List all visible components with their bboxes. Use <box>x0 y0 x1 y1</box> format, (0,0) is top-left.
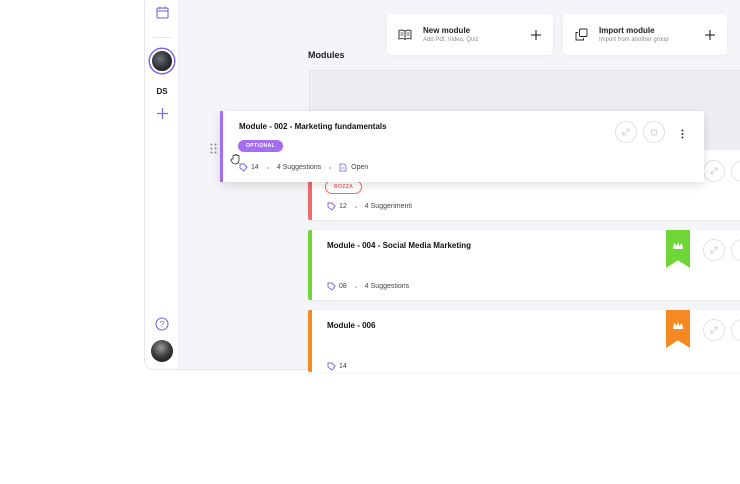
crown-icon <box>666 310 690 348</box>
module-title: Module - 002 - Marketing fundamentals <box>239 122 387 131</box>
module-meta: 12 4 Suggerimenti <box>327 202 412 211</box>
module-meta: 08 4 Suggestions <box>327 282 409 291</box>
trash-icon[interactable] <box>731 319 740 341</box>
crown-icon <box>666 230 690 268</box>
add-group-button[interactable] <box>145 108 179 119</box>
module-card[interactable]: Module - 006 14 <box>308 310 740 372</box>
import-module-title: Import module <box>599 26 655 35</box>
trash-icon[interactable] <box>731 160 740 182</box>
svg-text:?: ? <box>160 320 165 329</box>
module-title: Module - 006 <box>327 321 376 330</box>
avatar <box>151 340 173 362</box>
dragging-module-card[interactable]: Module - 002 - Marketing fundamentals OP… <box>220 111 704 182</box>
calendar-icon[interactable] <box>145 6 179 19</box>
module-suggestions: 4 Suggerimenti <box>364 203 412 210</box>
document-icon <box>339 163 347 172</box>
user-initials: DS <box>156 87 168 96</box>
copy-icon <box>563 28 599 41</box>
tag-icon <box>327 202 336 211</box>
tag-icon <box>327 282 336 291</box>
module-status: Open <box>351 164 369 171</box>
more-icon[interactable] <box>681 126 684 144</box>
plus-icon <box>156 108 168 119</box>
module-count: 08 <box>339 283 347 290</box>
new-module-button[interactable]: New module Add Pdf, Video, Quiz <box>387 14 553 55</box>
module-meta: 14 4 Suggestions Open <box>239 163 368 172</box>
plus-icon <box>693 29 727 40</box>
expand-icon[interactable] <box>703 239 725 261</box>
module-count: 12 <box>339 203 347 210</box>
optional-badge: OPTIONAL <box>238 140 284 152</box>
tag-icon <box>327 362 336 371</box>
avatar <box>150 49 174 73</box>
book-icon <box>387 29 423 40</box>
expand-icon[interactable] <box>615 121 637 143</box>
trash-icon[interactable] <box>731 239 740 261</box>
modules-section-title: Modules <box>308 50 345 60</box>
module-meta: 14 <box>327 362 347 371</box>
module-count: 14 <box>339 363 347 370</box>
hand-cursor-icon <box>230 152 241 170</box>
drag-handle-icon[interactable] <box>210 141 217 159</box>
help-icon[interactable]: ? <box>145 317 179 331</box>
import-module-subtitle: Import from another group <box>599 37 669 43</box>
expand-icon[interactable] <box>703 319 725 341</box>
module-accent-bar <box>308 230 312 300</box>
module-accent-bar <box>308 310 312 372</box>
sidebar-divider <box>153 37 171 38</box>
new-module-subtitle: Add Pdf, Video, Quiz <box>423 37 479 43</box>
new-module-title: New module <box>423 26 471 35</box>
module-title: Module - 004 - Social Media Marketing <box>327 241 472 250</box>
module-count: 14 <box>251 164 259 171</box>
trash-icon[interactable] <box>643 121 665 143</box>
module-suggestions: 4 Suggestions <box>276 164 322 171</box>
module-card[interactable]: Module - 004 - Social Media Marketing 08… <box>308 230 740 300</box>
import-module-button[interactable]: Import module Import from another group <box>563 14 727 55</box>
profile-avatar[interactable] <box>145 340 179 362</box>
expand-icon[interactable] <box>703 160 725 182</box>
group-avatar-selected[interactable] <box>145 49 179 73</box>
plus-icon <box>519 29 553 40</box>
sidebar: DS ? <box>145 0 179 369</box>
module-suggestions: 4 Suggestions <box>364 283 410 290</box>
module-accent-bar <box>220 111 223 182</box>
status-badge: BOZZA <box>325 180 363 194</box>
